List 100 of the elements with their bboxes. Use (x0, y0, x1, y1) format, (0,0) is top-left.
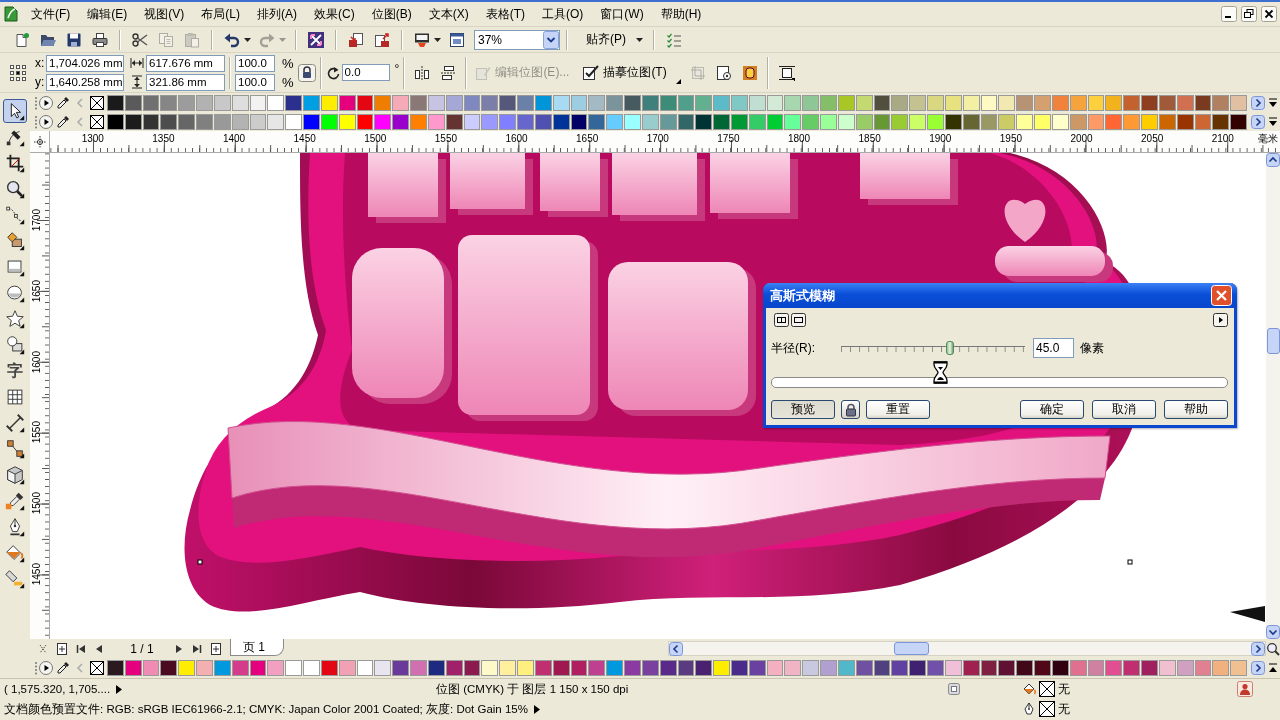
color-swatch[interactable] (374, 94, 392, 111)
color-swatch[interactable] (231, 113, 249, 130)
star-icon[interactable] (3, 307, 27, 331)
color-swatch[interactable] (1034, 660, 1051, 676)
color-swatch[interactable] (213, 94, 231, 111)
color-swatch[interactable] (231, 660, 249, 676)
color-swatch[interactable] (1230, 113, 1247, 130)
menu-item[interactable]: 窗口(W) (600, 6, 644, 22)
checklist-icon[interactable] (666, 31, 682, 48)
color-swatch[interactable] (1176, 113, 1194, 130)
color-swatch[interactable] (677, 94, 695, 111)
color-swatch[interactable] (517, 113, 534, 130)
color-swatch[interactable] (1034, 113, 1051, 130)
color-swatch[interactable] (1016, 660, 1034, 676)
dialog-button[interactable]: 确定 (1020, 400, 1084, 419)
color-swatch[interactable] (802, 94, 820, 111)
color-swatch[interactable] (855, 660, 873, 676)
color-swatch[interactable] (1034, 94, 1051, 111)
play-circle-icon[interactable] (39, 661, 53, 675)
color-swatch[interactable] (1087, 660, 1105, 676)
split-square-icon[interactable] (774, 313, 789, 327)
color-swatch[interactable] (534, 94, 552, 111)
color-swatch[interactable] (695, 113, 713, 130)
magnifier-icon[interactable] (1266, 641, 1280, 656)
vertical-scrollbar[interactable] (1266, 153, 1280, 639)
minimize-icon[interactable] (1221, 6, 1237, 22)
color-swatch[interactable] (588, 660, 606, 676)
color-swatch[interactable] (820, 113, 837, 130)
next-page-icon[interactable] (174, 643, 184, 654)
color-swatch[interactable] (962, 660, 980, 676)
menu-item[interactable]: 帮助(H) (660, 6, 702, 22)
color-swatch[interactable] (570, 113, 588, 130)
color-swatch[interactable] (320, 113, 338, 130)
padlock-icon[interactable] (297, 63, 316, 82)
color-swatch[interactable] (142, 113, 160, 130)
triangle-right-icon[interactable] (116, 684, 123, 694)
color-swatch[interactable] (1176, 94, 1194, 111)
color-swatch[interactable] (160, 113, 178, 130)
color-swatch[interactable] (213, 660, 231, 676)
color-swatch[interactable] (1212, 660, 1230, 676)
color-swatch[interactable] (1212, 113, 1230, 130)
color-swatch[interactable] (481, 113, 499, 130)
color-swatch[interactable] (927, 660, 944, 676)
chevron-down-icon[interactable] (1266, 625, 1280, 639)
color-swatch[interactable] (142, 660, 160, 676)
scroll-thumb[interactable] (1266, 328, 1280, 354)
color-swatch[interactable] (249, 113, 267, 130)
color-swatch[interactable] (392, 94, 410, 111)
color-swatch[interactable] (820, 94, 837, 111)
color-swatch[interactable] (855, 94, 873, 111)
color-swatch[interactable] (410, 113, 427, 130)
chevron-up-icon[interactable] (1266, 153, 1280, 167)
color-swatch[interactable] (784, 113, 802, 130)
color-swatch[interactable] (320, 660, 338, 676)
color-swatch[interactable] (837, 113, 855, 130)
monitor-icon[interactable] (414, 31, 430, 48)
caret-icon[interactable] (434, 37, 441, 42)
color-swatch[interactable] (1051, 94, 1069, 111)
color-swatch[interactable] (445, 94, 463, 111)
color-swatch[interactable] (338, 113, 356, 130)
color-swatch[interactable] (980, 113, 998, 130)
mirror-horizontal-icon[interactable] (414, 64, 431, 81)
color-swatch[interactable] (909, 113, 927, 130)
color-swatch[interactable] (160, 660, 178, 676)
color-swatch[interactable] (1016, 94, 1034, 111)
color-swatch[interactable] (837, 660, 855, 676)
color-swatch[interactable] (731, 94, 748, 111)
color-swatch[interactable] (213, 113, 231, 130)
color-swatch[interactable] (249, 94, 267, 111)
color-swatch[interactable] (713, 113, 730, 130)
color-swatch[interactable] (998, 113, 1016, 130)
color-swatch[interactable] (695, 660, 713, 676)
color-swatch[interactable] (1194, 113, 1212, 130)
y-position-field[interactable]: 1,640.258 mm (46, 73, 124, 91)
color-swatch[interactable] (517, 94, 534, 111)
color-swatch[interactable] (160, 94, 178, 111)
color-swatch[interactable] (927, 94, 944, 111)
color-swatch[interactable] (481, 94, 499, 111)
eyedropper-icon[interactable] (56, 114, 70, 129)
color-swatch[interactable] (338, 660, 356, 676)
page-tab[interactable]: 页 1 (230, 639, 284, 656)
menu-item[interactable]: 布局(L) (201, 6, 240, 22)
color-swatch[interactable] (196, 113, 213, 130)
color-swatch[interactable] (1212, 94, 1230, 111)
color-swatch[interactable] (303, 660, 320, 676)
menu-item[interactable]: 文件(F) (31, 6, 71, 22)
color-swatch[interactable] (124, 113, 142, 130)
color-swatch[interactable] (267, 113, 285, 130)
color-swatch[interactable] (1123, 660, 1141, 676)
color-swatch[interactable] (1069, 94, 1087, 111)
color-swatch[interactable] (1194, 94, 1212, 111)
color-swatch[interactable] (1158, 94, 1176, 111)
color-swatch[interactable] (570, 94, 588, 111)
color-swatch[interactable] (944, 113, 962, 130)
color-swatch[interactable] (784, 660, 802, 676)
dimension-line-icon[interactable] (3, 411, 27, 435)
text-tool[interactable]: 字 (3, 359, 27, 383)
mirror-vertical-icon[interactable] (440, 64, 457, 81)
color-swatch[interactable] (285, 660, 303, 676)
menu-item[interactable]: 编辑(E) (87, 6, 128, 22)
